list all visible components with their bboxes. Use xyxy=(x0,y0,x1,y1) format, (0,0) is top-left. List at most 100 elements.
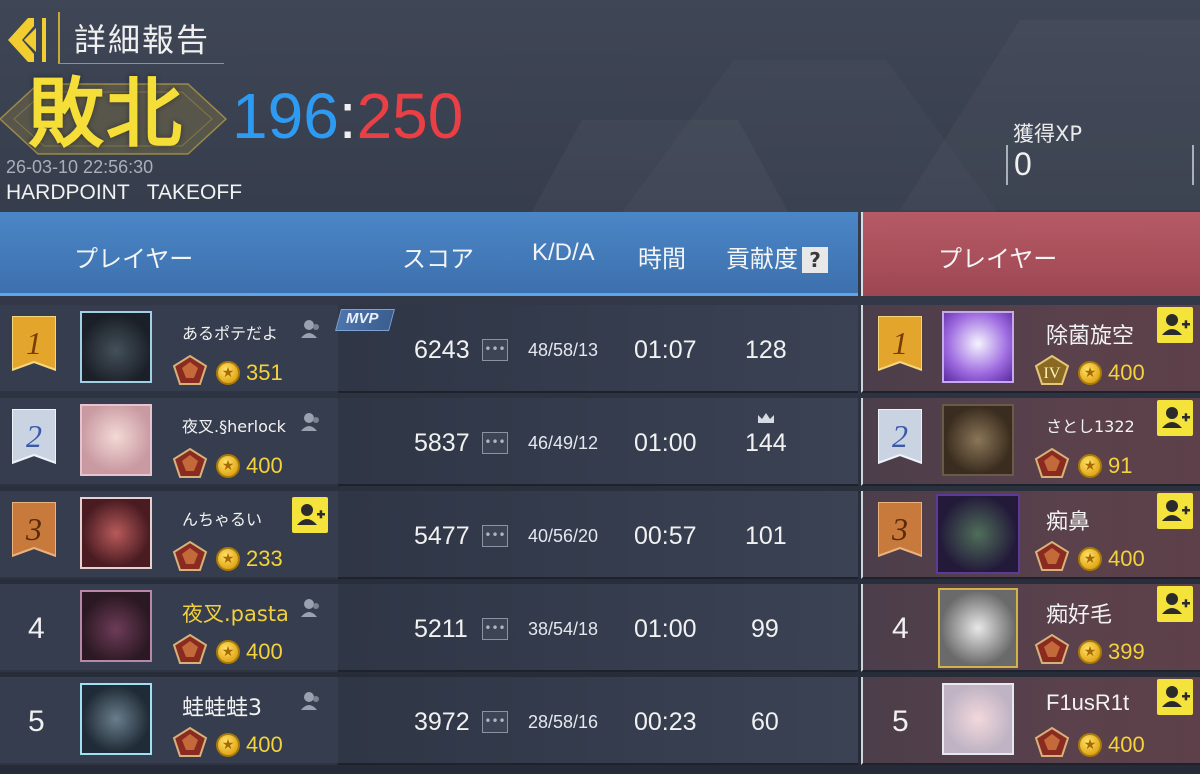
add-friend-button[interactable] xyxy=(1157,586,1193,622)
more-button[interactable]: ••• xyxy=(482,339,508,361)
rank-badge-gold: 1 xyxy=(878,316,922,372)
enemy-row[interactable] xyxy=(861,677,1200,765)
player-name: さとし1322 xyxy=(1046,417,1135,436)
add-friend-icon xyxy=(1162,593,1190,614)
add-friend-icon xyxy=(297,504,325,525)
enemy-row[interactable] xyxy=(861,584,1200,672)
avatar[interactable] xyxy=(938,588,1018,668)
avatar[interactable] xyxy=(942,683,1014,755)
player-kda: 40/56/20 xyxy=(528,526,599,546)
avatar[interactable] xyxy=(80,497,152,569)
add-friend-button[interactable] xyxy=(1157,400,1193,436)
player-name: 夜叉.pasta xyxy=(182,602,289,626)
xp-value: 0 xyxy=(1014,146,1032,182)
add-friend-icon xyxy=(1162,500,1190,521)
add-friend-button[interactable] xyxy=(292,497,328,533)
add-friend-button[interactable] xyxy=(1157,493,1193,529)
rank-emblem-icon xyxy=(1034,726,1070,757)
coin-icon: ★ xyxy=(1078,361,1102,385)
match-score: 196:250 xyxy=(232,76,463,156)
background-shape xyxy=(530,120,790,215)
rank-badge-number: 1 xyxy=(26,325,42,361)
coin-icon: ★ xyxy=(216,640,240,664)
add-friend-icon xyxy=(1162,407,1190,428)
rank-emblem-icon xyxy=(172,354,208,385)
coin-icon: ★ xyxy=(1078,733,1102,757)
match-mode: HARDPOINT TAKEOFF xyxy=(6,181,243,204)
rank-badge-bronze: 3 xyxy=(878,502,922,558)
rank-badge-silver: 2 xyxy=(12,409,56,465)
background-shape xyxy=(620,60,1000,215)
title-bar: 詳細報告 xyxy=(58,12,225,64)
player-contribution: 101 xyxy=(745,522,787,550)
column-enemy-player: プレイヤー xyxy=(938,245,1058,273)
avatar[interactable] xyxy=(942,311,1014,383)
more-button[interactable]: ••• xyxy=(482,432,508,454)
player-name: 痴鼻 xyxy=(1046,510,1091,535)
rank-badge-bronze: 3 xyxy=(12,502,56,558)
column-kda: K/D/A xyxy=(532,239,595,266)
player-score: 5211 xyxy=(414,615,468,643)
rank-badge-number: 2 xyxy=(892,418,908,454)
rank-number: 5 xyxy=(892,705,909,738)
player-name: んちゃるい xyxy=(182,510,263,529)
player-time: 01:07 xyxy=(634,336,697,364)
friend-icon xyxy=(301,692,319,710)
player-name: F1usR1t xyxy=(1046,690,1130,715)
column-time: 時間 xyxy=(638,245,686,273)
rank-emblem-icon xyxy=(1034,540,1070,571)
coin-icon: ★ xyxy=(216,547,240,571)
add-friend-button[interactable] xyxy=(1157,679,1193,715)
coin-icon: ★ xyxy=(1078,454,1102,478)
rank-badge-number: 3 xyxy=(25,511,42,547)
player-level: 399 xyxy=(1108,639,1145,664)
mvp-label: MVP xyxy=(346,310,379,327)
player-time: 01:00 xyxy=(634,429,697,457)
player-level: 400 xyxy=(1108,732,1145,757)
player-name: 夜叉.§herlock xyxy=(182,417,286,436)
rank-number: 5 xyxy=(28,705,45,738)
more-icon: ••• xyxy=(484,621,506,635)
coin-icon: ★ xyxy=(1078,547,1102,571)
column-player: プレイヤー xyxy=(74,245,194,273)
player-time: 00:57 xyxy=(634,522,697,550)
player-name: 除菌旋空 xyxy=(1046,324,1135,349)
friend-icon xyxy=(301,599,319,617)
rank-badge-silver: 2 xyxy=(878,409,922,465)
coin-icon: ★ xyxy=(216,361,240,385)
player-time: 00:23 xyxy=(634,708,697,736)
more-button[interactable]: ••• xyxy=(482,711,508,733)
column-contribution: 貢献度? xyxy=(726,239,828,274)
add-friend-icon xyxy=(1162,314,1190,335)
more-icon: ••• xyxy=(484,528,506,542)
help-button[interactable]: ? xyxy=(802,247,828,273)
more-button[interactable]: ••• xyxy=(482,618,508,640)
avatar[interactable] xyxy=(936,494,1020,574)
avatar[interactable] xyxy=(942,404,1014,476)
avatar[interactable] xyxy=(80,311,152,383)
player-contribution: 60 xyxy=(751,708,779,736)
avatar[interactable] xyxy=(80,404,152,476)
more-button[interactable]: ••• xyxy=(482,525,508,547)
back-arrow-icon xyxy=(8,18,46,62)
avatar[interactable] xyxy=(80,683,152,755)
rank-emblem-icon xyxy=(172,726,208,757)
player-level: 233 xyxy=(246,546,283,571)
player-level: 91 xyxy=(1108,453,1133,478)
column-score: スコア xyxy=(402,245,474,273)
more-icon: ••• xyxy=(484,435,506,449)
team-score: 196 xyxy=(232,80,339,152)
rank-emblem-icon: IV xyxy=(1034,354,1070,385)
back-button[interactable] xyxy=(4,12,52,68)
player-kda: 48/58/13 xyxy=(528,340,599,360)
avatar[interactable] xyxy=(80,590,152,662)
player-name: 痴好毛 xyxy=(1046,603,1113,628)
player-score: 5477 xyxy=(414,522,470,550)
page-title: 詳細報告 xyxy=(74,20,211,59)
rank-badge-gold: 1 xyxy=(12,316,56,372)
rank-emblem-icon xyxy=(172,447,208,478)
rank-emblem-icon xyxy=(1034,633,1070,664)
result-label: 敗北 xyxy=(28,69,184,158)
add-friend-button[interactable] xyxy=(1157,307,1193,343)
column-contribution-label: 貢献度 xyxy=(726,245,798,273)
